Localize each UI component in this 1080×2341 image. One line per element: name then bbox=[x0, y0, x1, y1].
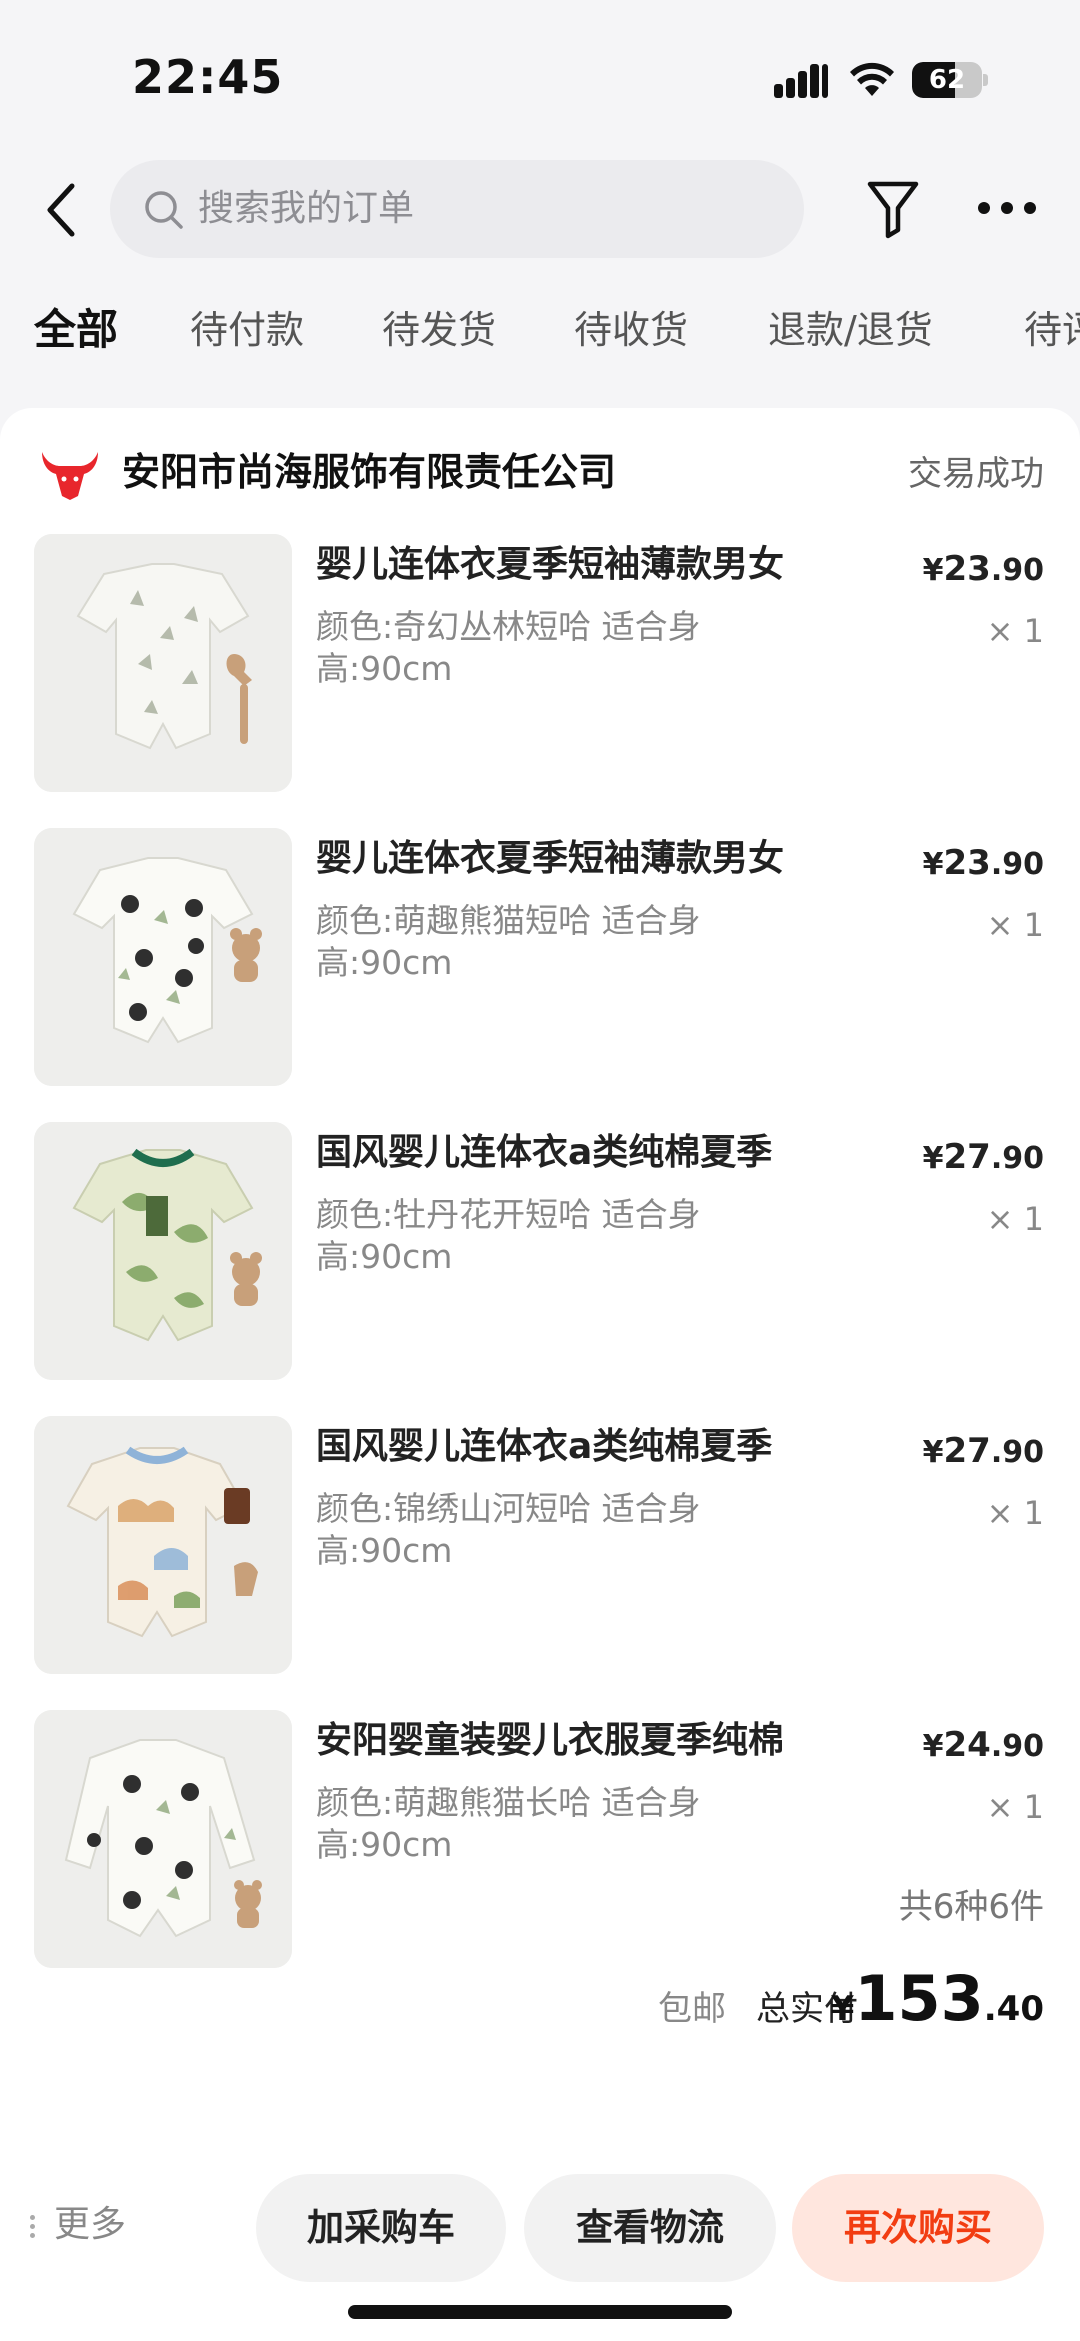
item-spec: 颜色:萌趣熊猫长哈 适合身高:90cm bbox=[316, 1783, 701, 1864]
order-item[interactable]: 婴儿连体衣夏季短袖薄款男女 颜色:萌趣熊猫短哈 适合身高:90cm ¥23.90… bbox=[34, 828, 1046, 1088]
wifi-icon bbox=[850, 62, 894, 96]
more-options-icon[interactable] bbox=[974, 196, 1040, 220]
tab-pending-receipt[interactable]: 待收货 bbox=[574, 300, 688, 360]
item-price: ¥23.90 bbox=[922, 549, 1044, 589]
item-quantity: × 1 bbox=[986, 1494, 1044, 1532]
shop-name[interactable]: 安阳市尚海服饰有限责任公司 bbox=[122, 442, 616, 502]
order-status: 交易成功 bbox=[908, 454, 1044, 494]
battery-icon: 62 bbox=[912, 62, 988, 98]
item-quantity: × 1 bbox=[986, 906, 1044, 944]
item-title: 安阳婴童装婴儿衣服夏季纯棉 bbox=[316, 1720, 785, 1761]
item-price: ¥27.90 bbox=[922, 1431, 1044, 1471]
search-input[interactable]: 搜索我的订单 bbox=[110, 160, 804, 258]
order-tabs: 全部 待付款 待发货 待收货 退款/退货 待评价 bbox=[0, 300, 1080, 370]
item-spec: 颜色:牡丹花开短哈 适合身高:90cm bbox=[316, 1195, 701, 1276]
product-image[interactable] bbox=[34, 1122, 292, 1380]
product-image[interactable] bbox=[34, 828, 292, 1086]
shop-logo-icon bbox=[42, 452, 98, 500]
back-icon[interactable] bbox=[38, 180, 88, 240]
item-spec: 颜色:萌趣熊猫短哈 适合身高:90cm bbox=[316, 901, 701, 982]
filter-icon[interactable] bbox=[866, 178, 920, 240]
tab-pending-shipment[interactable]: 待发货 bbox=[382, 300, 496, 360]
more-actions-button[interactable]: 更多 bbox=[30, 2200, 126, 2250]
item-spec: 颜色:奇幻丛林短哈 适合身高:90cm bbox=[316, 607, 701, 688]
signal-icon bbox=[774, 62, 830, 98]
item-spec: 颜色:锦绣山河短哈 适合身高:90cm bbox=[316, 1489, 701, 1570]
order-item[interactable]: 国风婴儿连体衣a类纯棉夏季 颜色:锦绣山河短哈 适合身高:90cm ¥27.90… bbox=[34, 1416, 1046, 1676]
status-time: 22:45 bbox=[132, 50, 284, 104]
item-quantity: × 1 bbox=[986, 1788, 1044, 1826]
product-image[interactable] bbox=[34, 1416, 292, 1674]
item-quantity: × 1 bbox=[986, 1200, 1044, 1238]
view-logistics-button[interactable]: 查看物流 bbox=[524, 2174, 776, 2282]
item-title: 婴儿连体衣夏季短袖薄款男女 bbox=[316, 544, 785, 585]
tab-pending-payment[interactable]: 待付款 bbox=[190, 300, 304, 360]
order-total: 包邮 总实付 ¥153.40 bbox=[344, 1962, 1044, 2042]
search-placeholder: 搜索我的订单 bbox=[198, 188, 415, 229]
order-item[interactable]: 国风婴儿连体衣a类纯棉夏季 颜色:牡丹花开短哈 适合身高:90cm ¥27.90… bbox=[34, 1122, 1046, 1382]
order-item[interactable]: 安阳婴童装婴儿衣服夏季纯棉 颜色:萌趣熊猫长哈 适合身高:90cm ¥24.90… bbox=[34, 1710, 1046, 1970]
tab-pending-review[interactable]: 待评价 bbox=[1024, 300, 1080, 360]
battery-level: 62 bbox=[928, 65, 966, 95]
vertical-dots-icon bbox=[30, 2211, 36, 2242]
item-count-summary: 共6种6件 bbox=[898, 1887, 1044, 1927]
item-price: ¥24.90 bbox=[922, 1725, 1044, 1765]
item-price: ¥23.90 bbox=[922, 843, 1044, 883]
total-paid-amount: ¥153.40 bbox=[830, 1962, 1044, 2035]
item-price: ¥27.90 bbox=[922, 1137, 1044, 1177]
free-shipping-label: 包邮 bbox=[658, 1989, 726, 2029]
status-bar: 22:45 62 bbox=[0, 0, 1080, 150]
product-image[interactable] bbox=[34, 1710, 292, 1968]
buy-again-button[interactable]: 再次购买 bbox=[792, 2174, 1044, 2282]
more-label: 更多 bbox=[54, 2204, 127, 2245]
item-title: 国风婴儿连体衣a类纯棉夏季 bbox=[316, 1426, 773, 1467]
item-title: 婴儿连体衣夏季短袖薄款男女 bbox=[316, 838, 785, 879]
home-indicator bbox=[348, 2305, 732, 2319]
tab-all[interactable]: 全部 bbox=[34, 300, 118, 360]
order-item[interactable]: 婴儿连体衣夏季短袖薄款男女 颜色:奇幻丛林短哈 适合身高:90cm ¥23.90… bbox=[34, 534, 1046, 794]
item-title: 国风婴儿连体衣a类纯棉夏季 bbox=[316, 1132, 773, 1173]
tab-refund[interactable]: 退款/退货 bbox=[768, 300, 933, 360]
item-quantity: × 1 bbox=[986, 612, 1044, 650]
add-to-cart-button[interactable]: 加采购车 bbox=[256, 2174, 506, 2282]
product-image[interactable] bbox=[34, 534, 292, 792]
order-card: 安阳市尚海服饰有限责任公司 交易成功 婴儿连体衣夏季短袖薄款男女 颜色:奇幻丛林… bbox=[0, 408, 1080, 2341]
search-icon bbox=[145, 191, 183, 229]
